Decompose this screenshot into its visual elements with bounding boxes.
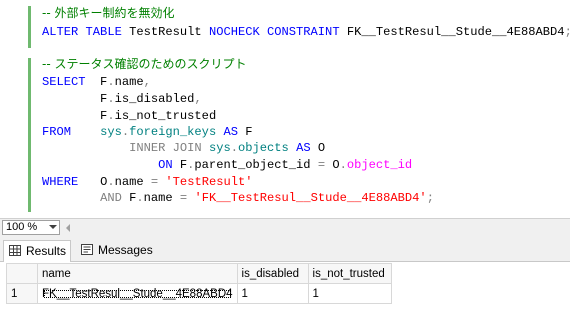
- code-token: is_not_trusted: [114, 109, 217, 123]
- code-token: -- 外部キー制約を無効化: [42, 6, 175, 20]
- code-token: ON: [158, 158, 173, 172]
- zoom-dropdown[interactable]: 100 %: [2, 220, 60, 235]
- code-token: .: [107, 109, 115, 123]
- code-token: FROM: [42, 125, 72, 139]
- code-token: TestResult: [121, 25, 209, 39]
- code-token: AS: [296, 141, 311, 155]
- code-token: 'TestResult': [165, 175, 253, 189]
- code-line[interactable]: -- ステータス確認のためのスクリプト: [42, 56, 246, 73]
- code-token: .: [107, 92, 115, 106]
- tab-results-label: Results: [26, 244, 67, 258]
- code-line[interactable]: INNER JOIN sys.objects AS O: [42, 140, 325, 157]
- code-token: F: [85, 75, 108, 89]
- code-token: F: [42, 109, 108, 123]
- tab-results[interactable]: Results: [3, 240, 71, 262]
- code-token: parent_object_id: [194, 158, 318, 172]
- change-marker: [28, 6, 31, 48]
- code-token: .: [107, 175, 115, 189]
- code-token: name: [114, 75, 144, 89]
- cell-name[interactable]: FK__TestResul__Stude__4E88ABD4: [37, 283, 238, 304]
- code-token: AND: [100, 191, 122, 205]
- code-token: -- ステータス確認のためのスクリプト: [42, 57, 247, 71]
- column-header-is-not-trusted[interactable]: is_not_trusted: [307, 263, 392, 284]
- code-token: INNER JOIN: [129, 141, 202, 155]
- code-token: .: [107, 75, 115, 89]
- code-token: AS: [223, 125, 238, 139]
- tab-messages-label: Messages: [98, 243, 153, 257]
- code-line[interactable]: -- 外部キー制約を無効化: [42, 5, 174, 22]
- messages-icon: [81, 244, 93, 255]
- cell-is-not-trusted[interactable]: 1: [307, 283, 392, 304]
- cell-name-value: FK__TestResul__Stude__4E88ABD4: [42, 287, 233, 300]
- table-row[interactable]: 1 FK__TestResul__Stude__4E88ABD4 1 1: [6, 283, 392, 304]
- code-line[interactable]: SELECT F.name,: [42, 74, 151, 91]
- code-token: object_id: [346, 158, 413, 172]
- code-line[interactable]: F.is_disabled,: [42, 91, 202, 108]
- code-token: F: [237, 125, 253, 139]
- row-number[interactable]: 1: [6, 283, 38, 304]
- code-token: F: [121, 191, 137, 205]
- code-token: O: [325, 158, 340, 172]
- scroll-left-icon[interactable]: [66, 224, 70, 232]
- cell-is-disabled[interactable]: 1: [236, 283, 309, 304]
- code-line[interactable]: ON F.parent_object_id = O.object_id: [42, 157, 412, 174]
- zoom-value: 100 %: [6, 221, 38, 233]
- code-token: WHERE: [42, 175, 79, 189]
- code-token: O: [78, 175, 108, 189]
- editor-status-bar: 100 %: [0, 218, 570, 236]
- code-token: .: [339, 158, 347, 172]
- code-line[interactable]: AND F.name = 'FK__TestResul__Stude__4E88…: [42, 190, 434, 207]
- code-token: F: [42, 92, 108, 106]
- code-token: sys: [100, 125, 122, 139]
- code-line[interactable]: WHERE O.name = 'TestResult': [42, 174, 253, 191]
- change-marker: [28, 58, 31, 212]
- chevron-down-icon: [49, 225, 57, 229]
- code-token: 'FK__TestResul__Stude__4E88ABD4': [194, 191, 427, 205]
- code-line[interactable]: F.is_not_trusted: [42, 108, 216, 125]
- code-token: .: [230, 141, 238, 155]
- results-grid[interactable]: name is_disabled is_not_trusted 1 FK__Te…: [6, 263, 392, 304]
- code-token: ;: [565, 25, 570, 39]
- code-token: foreign_keys: [129, 125, 217, 139]
- code-token: objects: [237, 141, 289, 155]
- code-token: .: [136, 191, 144, 205]
- code-token: sys: [208, 141, 231, 155]
- code-token: ;: [426, 191, 434, 205]
- editor-gutter: [0, 0, 38, 218]
- code-token: NOCHECK CONSTRAINT: [208, 25, 340, 39]
- column-header-is-disabled[interactable]: is_disabled: [236, 263, 309, 284]
- code-line[interactable]: FROM sys.foreign_keys AS F: [42, 124, 253, 141]
- grid-header-row: name is_disabled is_not_trusted: [6, 263, 392, 284]
- grid-icon: [9, 245, 21, 256]
- horizontal-scrollbar[interactable]: [62, 221, 570, 234]
- code-token: name: [114, 175, 151, 189]
- code-token: ,: [194, 92, 202, 106]
- results-tab-bar: Results Messages: [0, 236, 570, 262]
- code-token: SELECT: [42, 75, 86, 89]
- code-line[interactable]: ALTER TABLE TestResult NOCHECK CONSTRAIN…: [42, 24, 570, 41]
- code-token: F: [172, 158, 188, 172]
- code-token: is_disabled: [114, 92, 195, 106]
- code-token: FK__TestResul__Stude__4E88ABD4: [339, 25, 565, 39]
- code-token: ,: [143, 75, 151, 89]
- code-token: =: [317, 158, 326, 172]
- code-token: ALTER TABLE: [42, 25, 122, 39]
- tab-messages[interactable]: Messages: [76, 240, 158, 262]
- code-token: name: [143, 191, 180, 205]
- grid-corner[interactable]: [6, 263, 38, 284]
- code-token: O: [310, 141, 326, 155]
- sql-editor[interactable]: -- 外部キー制約を無効化 ALTER TABLE TestResult NOCH…: [0, 0, 570, 218]
- column-header-name[interactable]: name: [37, 263, 238, 284]
- results-grid-area: name is_disabled is_not_trusted 1 FK__Te…: [0, 262, 570, 319]
